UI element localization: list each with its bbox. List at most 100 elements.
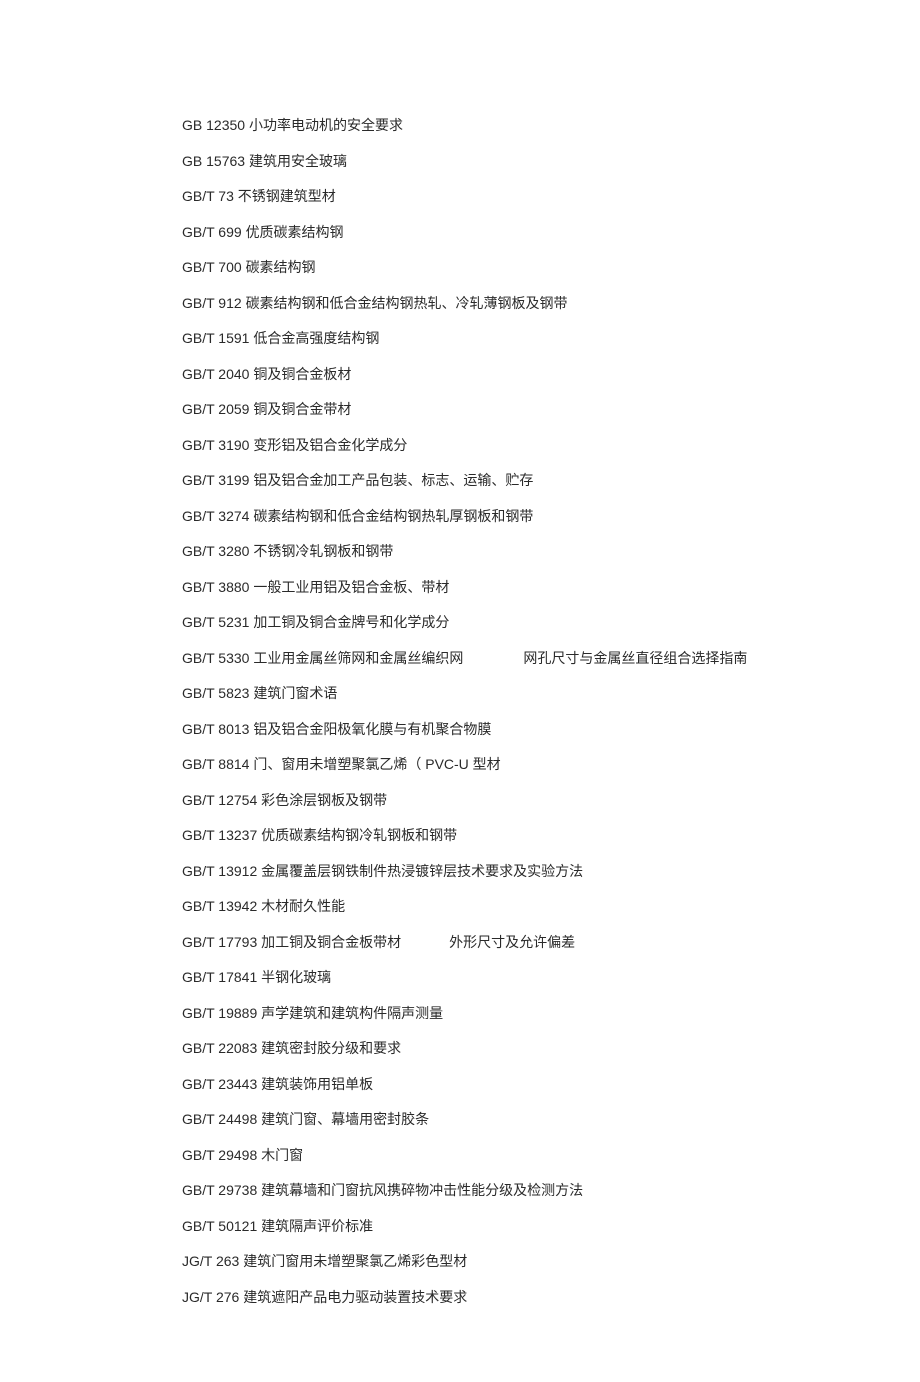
standard-code: GB/T 3280 (182, 543, 249, 559)
standard-code: GB 12350 (182, 117, 245, 133)
standard-title: 工业用金属丝筛网和金属丝编织网 (253, 650, 463, 666)
standard-code: GB/T 5231 (182, 614, 249, 630)
standard-code: GB/T 24498 (182, 1111, 257, 1127)
standard-code: GB/T 13237 (182, 827, 257, 843)
standard-code: GB/T 2059 (182, 401, 249, 417)
standard-entry: GB/T 3199 铝及铝合金加工产品包装、标志、运输、贮存 (182, 470, 882, 491)
standard-title: 声学建筑和建筑构件隔声测量 (261, 1005, 443, 1021)
standard-code: GB/T 17793 (182, 934, 257, 950)
standard-code: GB/T 8814 (182, 756, 249, 772)
standard-code: GB/T 699 (182, 224, 242, 240)
standard-entry: GB/T 17841 半钢化玻璃 (182, 967, 882, 988)
standard-code: GB 15763 (182, 153, 245, 169)
standard-entry: GB/T 8814 门、窗用未增塑聚氯乙烯（ PVC-U 型材 (182, 754, 882, 775)
standard-entry: GB/T 13942 木材耐久性能 (182, 896, 882, 917)
standard-entry: GB/T 23443 建筑装饰用铝单板 (182, 1074, 882, 1095)
standard-title: 建筑密封胶分级和要求 (261, 1040, 401, 1056)
standard-title: 金属覆盖层钢铁制件热浸镀锌层技术要求及实验方法 (261, 863, 583, 879)
standard-title: 铜及铜合金板材 (253, 366, 351, 382)
standard-code: GB/T 22083 (182, 1040, 257, 1056)
standards-list: GB 12350 小功率电动机的安全要求 GB 15763 建筑用安全玻璃 GB/T… (182, 115, 882, 1308)
standard-code: GB/T 29498 (182, 1147, 257, 1163)
standard-entry: GB/T 3880 一般工业用铝及铝合金板、带材 (182, 577, 882, 598)
standard-code: GB/T 17841 (182, 969, 257, 985)
standard-title: 建筑门窗术语 (253, 685, 337, 701)
standard-title: 小功率电动机的安全要求 (249, 117, 403, 133)
standard-entry: GB/T 50121 建筑隔声评价标准 (182, 1216, 882, 1237)
standard-title: 优质碳素结构钢冷轧钢板和钢带 (261, 827, 457, 843)
standard-title: 半钢化玻璃 (261, 969, 331, 985)
standard-entry: JG/T 276 建筑遮阳产品电力驱动装置技术要求 (182, 1287, 882, 1308)
standard-code: GB/T 700 (182, 259, 242, 275)
standard-entry: GB/T 3280 不锈钢冷轧钢板和钢带 (182, 541, 882, 562)
standard-code: GB/T 3274 (182, 508, 249, 524)
standard-entry: GB/T 19889 声学建筑和建筑构件隔声测量 (182, 1003, 882, 1024)
standard-title: 碳素结构钢 (246, 259, 316, 275)
standard-suffix: 外形尺寸及允许偏差 (449, 934, 575, 950)
standard-entry: GB/T 3274 碳素结构钢和低合金结构钢热轧厚钢板和钢带 (182, 506, 882, 527)
standard-title: 碳素结构钢和低合金结构钢热轧、冷轧薄钢板及钢带 (246, 295, 568, 311)
standard-title: 一般工业用铝及铝合金板、带材 (253, 579, 449, 595)
standard-entry: GB/T 5823 建筑门窗术语 (182, 683, 882, 704)
standard-entry: GB/T 29498 木门窗 (182, 1145, 882, 1166)
standard-entry: GB/T 2040 铜及铜合金板材 (182, 364, 882, 385)
standard-entry: GB/T 24498 建筑门窗、幕墙用密封胶条 (182, 1109, 882, 1130)
standard-entry: GB/T 8013 铝及铝合金阳极氧化膜与有机聚合物膜 (182, 719, 882, 740)
standard-code: GB/T 23443 (182, 1076, 257, 1092)
standard-code: GB/T 8013 (182, 721, 249, 737)
standard-title: 建筑用安全玻璃 (249, 153, 347, 169)
standard-title: 建筑幕墙和门窗抗风携碎物冲击性能分级及检测方法 (261, 1182, 583, 1198)
standard-title: 铜及铜合金带材 (253, 401, 351, 417)
standard-code: GB/T 50121 (182, 1218, 257, 1234)
standard-entry: GB/T 700 碳素结构钢 (182, 257, 882, 278)
standard-code: GB/T 12754 (182, 792, 257, 808)
standard-code: JG/T 276 (182, 1289, 239, 1305)
standard-code: GB/T 3880 (182, 579, 249, 595)
standard-code: GB/T 3199 (182, 472, 249, 488)
standard-entry: GB/T 2059 铜及铜合金带材 (182, 399, 882, 420)
standard-code: GB/T 3190 (182, 437, 249, 453)
standard-entry: GB/T 3190 变形铝及铝合金化学成分 (182, 435, 882, 456)
standard-title: 低合金高强度结构钢 (253, 330, 379, 346)
standard-title: 木门窗 (261, 1147, 303, 1163)
standard-title: 铝及铝合金加工产品包装、标志、运输、贮存 (253, 472, 533, 488)
standard-entry: GB/T 22083 建筑密封胶分级和要求 (182, 1038, 882, 1059)
standard-entry: GB/T 29738 建筑幕墙和门窗抗风携碎物冲击性能分级及检测方法 (182, 1180, 882, 1201)
standard-code: GB/T 13942 (182, 898, 257, 914)
standard-title: 不锈钢建筑型材 (238, 188, 336, 204)
standard-entry: GB/T 13912 金属覆盖层钢铁制件热浸镀锌层技术要求及实验方法 (182, 861, 882, 882)
standard-title: 加工铜及铜合金板带材 (261, 934, 401, 950)
standard-title: 木材耐久性能 (261, 898, 345, 914)
standard-entry: GB/T 5330 工业用金属丝筛网和金属丝编织网 网孔尺寸与金属丝直径组合选择指… (182, 648, 882, 669)
standard-title: 建筑装饰用铝单板 (261, 1076, 373, 1092)
standard-entry: GB/T 17793 加工铜及铜合金板带材 外形尺寸及允许偏差 (182, 932, 882, 953)
standard-title: 变形铝及铝合金化学成分 (253, 437, 407, 453)
standard-entry: GB/T 5231 加工铜及铜合金牌号和化学成分 (182, 612, 882, 633)
standard-title: 不锈钢冷轧钢板和钢带 (253, 543, 393, 559)
standard-title: 加工铜及铜合金牌号和化学成分 (253, 614, 449, 630)
standard-suffix: 网孔尺寸与金属丝直径组合选择指南 (523, 650, 747, 666)
standard-code: GB/T 5823 (182, 685, 249, 701)
standard-entry: GB/T 912 碳素结构钢和低合金结构钢热轧、冷轧薄钢板及钢带 (182, 293, 882, 314)
standard-code: GB/T 912 (182, 295, 242, 311)
standard-code: GB/T 13912 (182, 863, 257, 879)
standard-title: 碳素结构钢和低合金结构钢热轧厚钢板和钢带 (253, 508, 533, 524)
standard-code: GB/T 19889 (182, 1005, 257, 1021)
standard-title: 门、窗用未增塑聚氯乙烯（ PVC-U 型材 (253, 756, 500, 772)
standard-entry: GB/T 12754 彩色涂层钢板及钢带 (182, 790, 882, 811)
standard-entry: GB/T 699 优质碳素结构钢 (182, 222, 882, 243)
standard-entry: GB/T 73 不锈钢建筑型材 (182, 186, 882, 207)
standard-title: 建筑门窗、幕墙用密封胶条 (261, 1111, 429, 1127)
standard-entry: GB/T 13237 优质碳素结构钢冷轧钢板和钢带 (182, 825, 882, 846)
standard-entry: JG/T 263 建筑门窗用未增塑聚氯乙烯彩色型材 (182, 1251, 882, 1272)
standard-entry: GB/T 1591 低合金高强度结构钢 (182, 328, 882, 349)
standard-title: 优质碳素结构钢 (246, 224, 344, 240)
standard-entry: GB 15763 建筑用安全玻璃 (182, 151, 882, 172)
standard-title: 建筑遮阳产品电力驱动装置技术要求 (243, 1289, 467, 1305)
standard-code: GB/T 73 (182, 188, 234, 204)
standard-code: GB/T 2040 (182, 366, 249, 382)
standard-title: 铝及铝合金阳极氧化膜与有机聚合物膜 (253, 721, 491, 737)
document-page: GB 12350 小功率电动机的安全要求 GB 15763 建筑用安全玻璃 GB/T… (0, 0, 882, 1382)
standard-code: GB/T 5330 (182, 650, 249, 666)
standard-title: 建筑门窗用未增塑聚氯乙烯彩色型材 (243, 1253, 467, 1269)
